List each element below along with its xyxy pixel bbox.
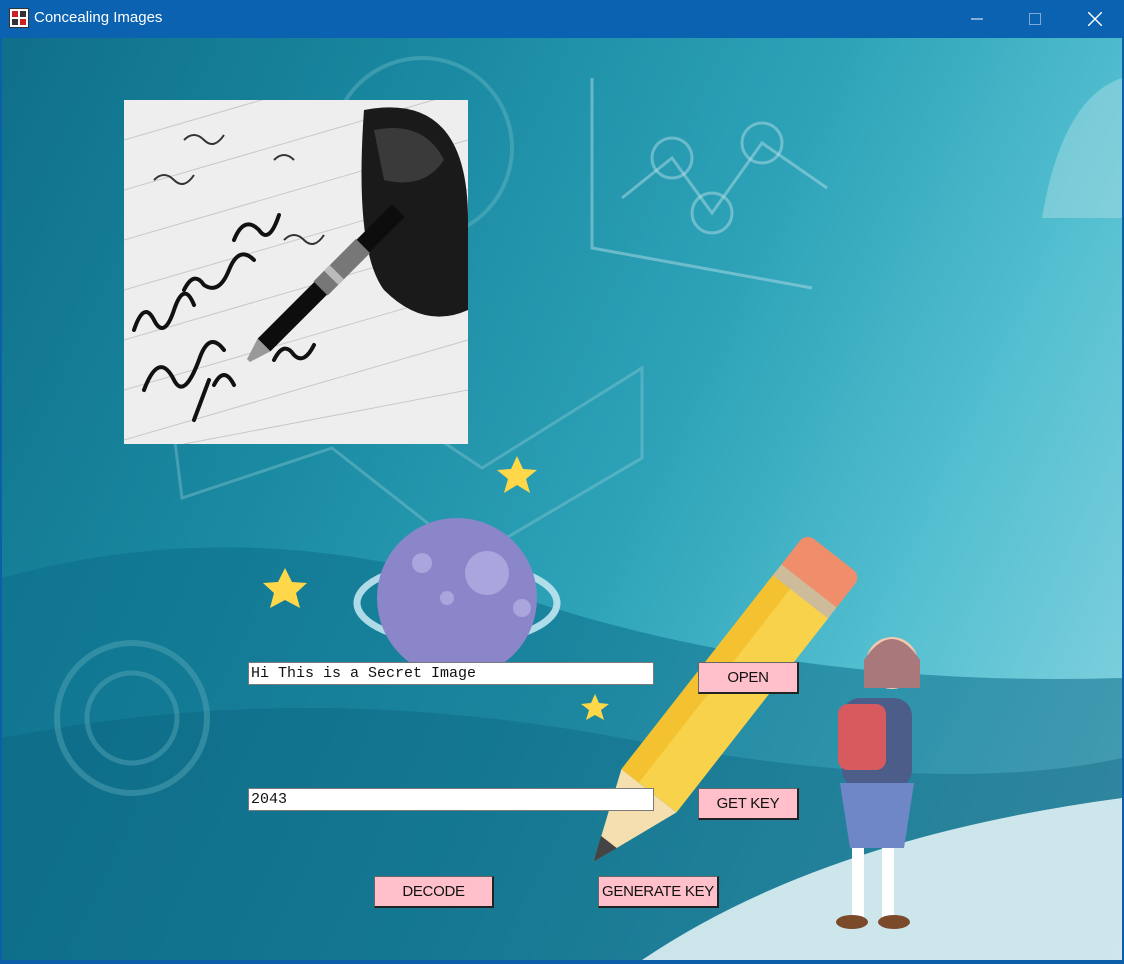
minimize-icon xyxy=(971,18,983,20)
minimize-button[interactable] xyxy=(948,0,1006,38)
cover-image xyxy=(124,100,468,444)
get-key-button[interactable]: GET KEY xyxy=(698,788,799,820)
app-window: Concealing Images Hi This is a Secret Im… xyxy=(0,0,1124,964)
title-bar[interactable]: Concealing Images xyxy=(0,0,1124,38)
key-input[interactable] xyxy=(248,788,654,811)
maximize-button[interactable] xyxy=(1006,0,1064,38)
message-input[interactable] xyxy=(248,662,654,685)
app-icon xyxy=(9,8,29,28)
close-button[interactable] xyxy=(1066,0,1124,38)
window-title: Concealing Images xyxy=(34,9,163,26)
decode-button[interactable]: DECODE xyxy=(374,876,494,908)
close-icon xyxy=(1088,12,1102,26)
maximize-icon xyxy=(1029,13,1041,25)
open-button[interactable]: OPEN xyxy=(698,662,799,694)
generate-key-button[interactable]: GENERATE KEY xyxy=(598,876,719,908)
app-canvas: OPEN GET KEY DECODE GENERATE KEY xyxy=(2,38,1122,960)
